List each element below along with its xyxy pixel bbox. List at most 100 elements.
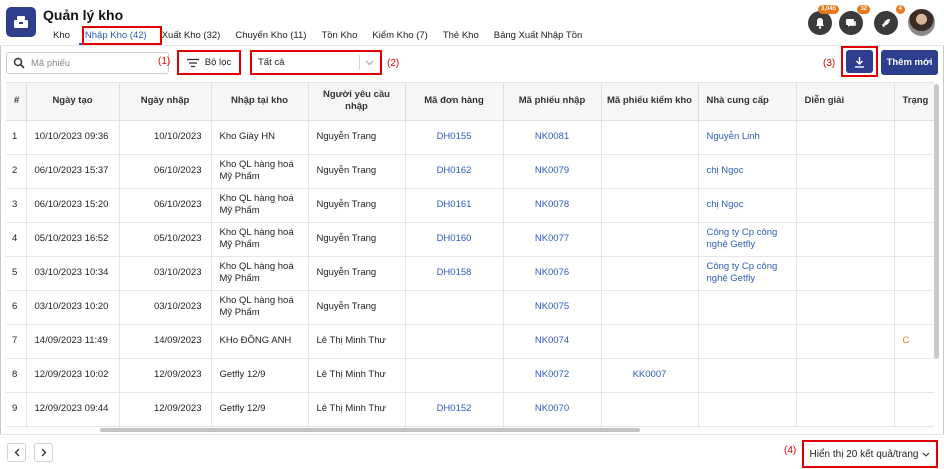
tab-chuyen-kho[interactable]: Chuyển Kho (11) xyxy=(229,28,312,45)
cell-created-date: 03/10/2023 10:34 xyxy=(26,256,120,291)
page-size-select[interactable]: Hiển thị 20 kết quả/trang xyxy=(802,440,938,468)
prev-page-button[interactable] xyxy=(7,443,26,462)
table-header-row: # Ngày tạo Ngày nhập Nhập tại kho Người … xyxy=(6,83,934,121)
search-field xyxy=(6,52,169,74)
tab-xuat-kho[interactable]: Xuất Kho (32) xyxy=(156,28,227,45)
stock-receipt-table: # Ngày tạo Ngày nhập Nhập tại kho Người … xyxy=(6,82,934,428)
rocket-icon[interactable]: 4 xyxy=(874,5,905,35)
cell-index: 5 xyxy=(6,256,27,291)
cell-order-code[interactable]: DH0155 xyxy=(405,120,504,155)
cell-status xyxy=(894,120,934,155)
table-row[interactable]: 6 03/10/2023 10:20 03/10/2023 Kho QL hàng h… xyxy=(6,290,934,325)
cell-receipt-code[interactable]: NK0074 xyxy=(503,324,602,359)
cell-warehouse: Kho QL hàng hoá Mỹ Phẩm xyxy=(211,290,309,325)
cell-receipt-code[interactable]: NK0078 xyxy=(503,188,602,223)
tab-kiem-kho[interactable]: Kiểm Kho (7) xyxy=(366,28,433,45)
cell-order-code[interactable]: DH0160 xyxy=(405,222,504,257)
cell-order-code[interactable]: DH0162 xyxy=(405,154,504,189)
cell-receipt-code[interactable]: NK0081 xyxy=(503,120,602,155)
table-row[interactable]: 7 14/09/2023 11:49 14/09/2023 KHo ĐÔNG ANH L… xyxy=(6,324,934,359)
tab-ton-kho[interactable]: Tồn Kho xyxy=(315,28,363,45)
download-button[interactable] xyxy=(841,46,878,77)
table-row[interactable]: 5 03/10/2023 10:34 03/10/2023 Kho QL hàng h… xyxy=(6,256,934,291)
cell-index: 3 xyxy=(6,188,27,223)
cell-receipt-code[interactable]: NK0077 xyxy=(503,222,602,257)
bell-icon[interactable]: 3,045 xyxy=(808,5,839,35)
col-header-requester[interactable]: Người yêu cầu nhập xyxy=(308,83,406,121)
cell-import-date: 10/10/2023 xyxy=(119,120,212,155)
col-header-receipt-code[interactable]: Mã phiếu nhập xyxy=(503,83,602,121)
cell-supplier[interactable]: Công ty Cp công nghệ Getfly xyxy=(698,222,797,257)
cell-inventory-check-code[interactable]: KK0007 xyxy=(601,358,699,393)
cell-supplier[interactable]: chị Ngọc xyxy=(698,154,797,189)
table-row[interactable]: 4 05/10/2023 16:52 05/10/2023 Kho QL hàng h… xyxy=(6,222,934,257)
rocket-badge: 4 xyxy=(895,5,905,14)
table-row[interactable]: 1 10/10/2023 09:36 10/10/2023 Kho Giày HN Ng… xyxy=(6,120,934,155)
vertical-scrollbar[interactable] xyxy=(934,84,939,359)
cell-receipt-code[interactable]: NK0075 xyxy=(503,290,602,325)
cell-created-date: 05/10/2023 16:52 xyxy=(26,222,120,257)
filter-button[interactable]: Bộ lọc xyxy=(177,50,241,75)
col-header-import-date[interactable]: Ngày nhập xyxy=(119,83,212,121)
col-header-created-date[interactable]: Ngày tạo xyxy=(26,83,120,121)
cell-import-date: 06/10/2023 xyxy=(119,154,212,189)
cell-created-date: 10/10/2023 09:36 xyxy=(26,120,120,155)
cell-supplier xyxy=(698,392,797,427)
col-header-order-code[interactable]: Mã đơn hàng xyxy=(405,83,504,121)
cell-supplier[interactable]: chị Ngọc xyxy=(698,188,797,223)
col-header-inventory-check-code[interactable]: Mã phiếu kiểm kho xyxy=(601,83,699,121)
avatar[interactable] xyxy=(908,9,935,36)
cell-index: 10 xyxy=(6,426,27,428)
cell-index: 9 xyxy=(6,392,27,427)
cell-description xyxy=(796,358,895,393)
col-header-index: # xyxy=(6,83,27,121)
notification-badge: 3,045 xyxy=(817,5,839,14)
cell-requester: Nguyễn Trang xyxy=(308,120,406,155)
cell-order-code[interactable]: DH0158 xyxy=(405,256,504,291)
add-new-button[interactable]: Thêm mới xyxy=(881,50,938,75)
table-row[interactable]: 9 12/09/2023 09:44 12/09/2023 Getfly 12/9 Lê… xyxy=(6,392,934,427)
cell-index: 4 xyxy=(6,222,27,257)
cell-index: 2 xyxy=(6,154,27,189)
col-header-supplier[interactable]: Nhà cung cấp xyxy=(698,83,797,121)
horizontal-scrollbar[interactable] xyxy=(100,428,640,432)
cell-order-code[interactable]: DH0152 xyxy=(405,392,504,427)
cell-status xyxy=(894,154,934,189)
chevron-left-icon xyxy=(14,448,19,457)
cell-index: 1 xyxy=(6,120,27,155)
cell-description xyxy=(796,290,895,325)
cell-import-date: 03/10/2023 xyxy=(119,290,212,325)
cell-import-date: 06/10/2023 xyxy=(119,188,212,223)
status-select[interactable]: Tất cả xyxy=(250,50,382,75)
cell-receipt-code[interactable]: NK0079 xyxy=(503,154,602,189)
next-page-button[interactable] xyxy=(34,443,53,462)
col-header-description[interactable]: Diễn giải xyxy=(796,83,895,121)
tab-bang-xuat-nhap-ton[interactable]: Bảng Xuất Nhập Tồn xyxy=(488,28,589,45)
cell-supplier xyxy=(698,290,797,325)
tab-nhap-kho[interactable]: Nhập Kho (42) xyxy=(78,28,153,45)
tab-kho[interactable]: Kho xyxy=(47,28,76,45)
cell-order-code[interactable]: DH0161 xyxy=(405,188,504,223)
tab-the-kho[interactable]: Thẻ Kho xyxy=(437,28,485,45)
table-row[interactable]: 3 06/10/2023 15:20 06/10/2023 Kho QL hàng h… xyxy=(6,188,934,223)
cell-receipt-code[interactable]: NK0072 xyxy=(503,358,602,393)
cell-requester: Lê Thị Minh Thư xyxy=(308,324,406,359)
col-header-warehouse[interactable]: Nhập tại kho xyxy=(211,83,309,121)
search-input[interactable] xyxy=(31,57,161,69)
cell-created-date: 03/10/2023 10:20 xyxy=(26,290,120,325)
annotation-1: (1) xyxy=(158,56,171,67)
cell-supplier xyxy=(698,426,797,428)
cell-receipt-code[interactable]: NK0070 xyxy=(503,392,602,427)
col-header-status[interactable]: Trạng xyxy=(894,83,934,121)
cell-receipt-code[interactable]: NK0076 xyxy=(503,256,602,291)
table-row[interactable]: 8 12/09/2023 10:02 12/09/2023 Getfly 12/9 Lê… xyxy=(6,358,934,393)
chevron-down-icon xyxy=(922,452,930,457)
cell-supplier[interactable]: Công ty Cp công nghệ Getfly xyxy=(698,256,797,291)
cell-warehouse: Kho Giày HN xyxy=(211,120,309,155)
chat-icon[interactable]: 32 xyxy=(839,5,870,35)
table-row[interactable]: 2 06/10/2023 15:37 06/10/2023 Kho QL hàng h… xyxy=(6,154,934,189)
cell-warehouse: Getfly 12/9 xyxy=(211,358,309,393)
cell-supplier[interactable]: Nguyễn Linh xyxy=(698,120,797,155)
warehouse-logo-icon xyxy=(6,7,36,37)
filter-button-label: Bộ lọc xyxy=(204,57,232,68)
